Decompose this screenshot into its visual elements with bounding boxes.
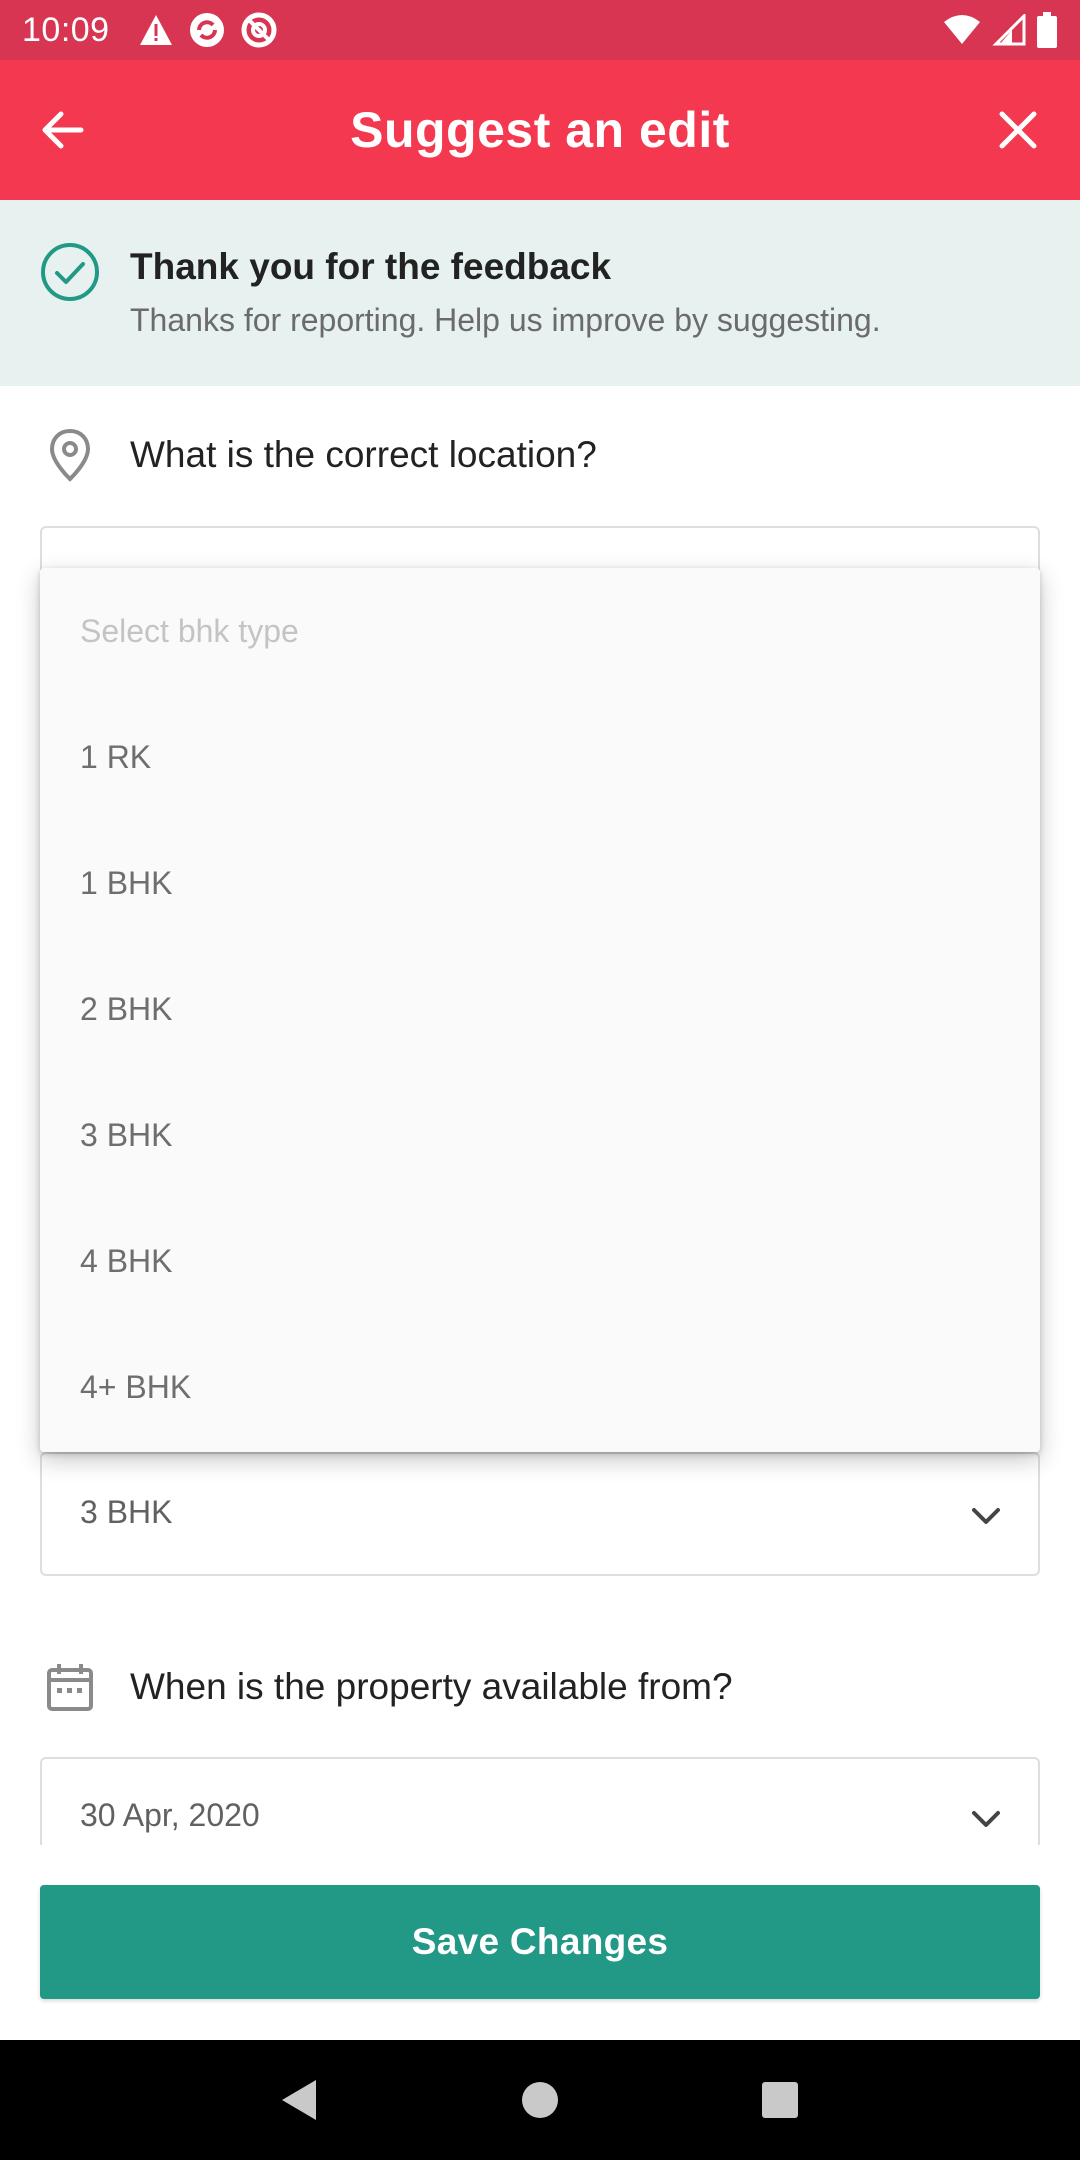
date-select-value: 30 Apr, 2020 — [80, 1797, 260, 1833]
page-title: Suggest an edit — [350, 102, 730, 158]
home-circle-icon — [522, 2082, 558, 2118]
status-bar: 10:09 — [0, 0, 1080, 60]
nav-back-button[interactable] — [270, 2070, 330, 2130]
availability-question-text: When is the property available from? — [130, 1666, 733, 1707]
dropdown-option-2bhk[interactable]: 2 BHK — [40, 946, 1040, 1072]
calendar-icon — [40, 1657, 100, 1717]
bhk-dropdown-menu: Select bhk type 1 RK 1 BHK 2 BHK 3 BHK 4… — [40, 568, 1040, 1452]
status-time: 10:09 — [22, 10, 110, 49]
close-button[interactable] — [992, 104, 1044, 156]
dropdown-option-1rk[interactable]: 1 RK — [40, 694, 1040, 820]
status-icons-left — [138, 11, 278, 49]
back-button[interactable] — [36, 104, 88, 156]
close-icon — [999, 111, 1037, 149]
app-bar: Suggest an edit — [0, 60, 1080, 200]
availability-question: When is the property available from? — [0, 1642, 1080, 1732]
nav-home-button[interactable] — [510, 2070, 570, 2130]
check-circle-icon — [41, 243, 99, 301]
sync-icon — [188, 11, 226, 49]
warning-icon — [138, 13, 174, 47]
location-question: What is the correct location? — [0, 410, 1080, 500]
dropdown-option-4bhk[interactable]: 4 BHK — [40, 1198, 1040, 1324]
dropdown-option-3bhk[interactable]: 3 BHK — [40, 1072, 1040, 1198]
arrow-left-icon — [42, 111, 84, 149]
feedback-title: Thank you for the feedback — [130, 246, 612, 287]
chevron-down-icon — [972, 1508, 1000, 1524]
bhk-select[interactable]: 3 BHK — [40, 1452, 1040, 1576]
date-select[interactable]: 30 Apr, 2020 — [40, 1757, 1040, 1845]
signal-icon — [992, 14, 1026, 46]
nav-recents-button[interactable] — [750, 2070, 810, 2130]
feedback-subtitle: Thanks for reporting. Help us improve by… — [130, 302, 881, 338]
dropdown-placeholder[interactable]: Select bhk type — [40, 568, 1040, 694]
wifi-icon — [942, 14, 982, 46]
chevron-down-icon — [972, 1811, 1000, 1827]
system-nav-bar — [0, 2040, 1080, 2160]
battery-icon — [1036, 12, 1058, 48]
back-triangle-icon — [282, 2080, 316, 2120]
recents-square-icon — [762, 2082, 798, 2118]
save-changes-button[interactable]: Save Changes — [40, 1885, 1040, 1999]
status-icons-right — [942, 12, 1058, 48]
dropdown-option-1bhk[interactable]: 1 BHK — [40, 820, 1040, 946]
no-sign-icon — [240, 11, 278, 49]
location-question-text: What is the correct location? — [130, 434, 597, 475]
dropdown-option-4plus-bhk[interactable]: 4+ BHK — [40, 1324, 1040, 1450]
location-pin-icon — [40, 425, 100, 485]
bhk-select-value: 3 BHK — [80, 1494, 173, 1530]
screen: 10:09 Suggest an edit Thank you for the … — [0, 0, 1080, 2160]
feedback-banner: Thank you for the feedback Thanks for re… — [0, 200, 1080, 386]
